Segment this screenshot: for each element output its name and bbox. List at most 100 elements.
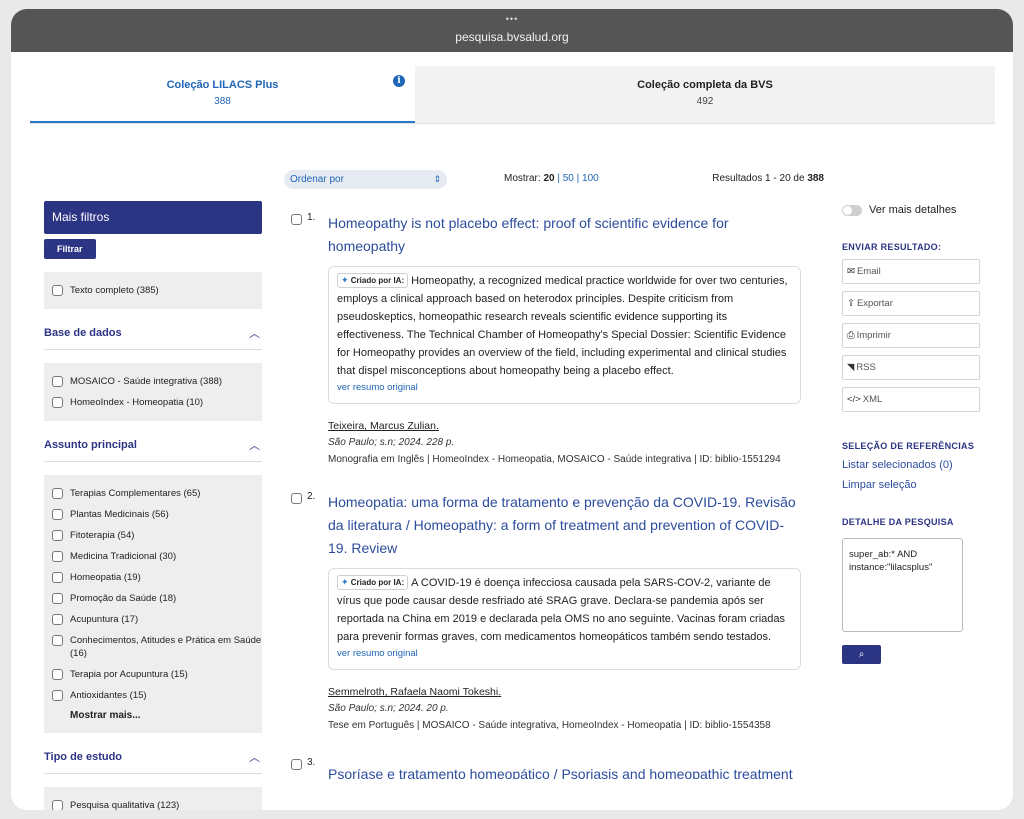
search-icon: ⌕ bbox=[858, 649, 865, 660]
email-button[interactable]: ✉ Email bbox=[842, 259, 980, 284]
button-label: Exportar bbox=[856, 298, 893, 309]
chevron-up-icon[interactable]: ︿ bbox=[249, 325, 260, 341]
filter-option[interactable]: Medicina Tradicional (30) bbox=[52, 550, 262, 563]
filter-label: Acupuntura (17) bbox=[70, 614, 139, 625]
filter-button[interactable]: Filtrar bbox=[44, 239, 96, 259]
fulltext-filter-box: Texto completo (385) bbox=[44, 272, 262, 309]
checkbox[interactable] bbox=[52, 376, 63, 387]
tab-title: Coleção LILACS Plus bbox=[166, 79, 279, 91]
author-suffix: . bbox=[498, 686, 502, 698]
filter-option[interactable]: Terapias Complementares (65) bbox=[52, 487, 262, 500]
filter-option[interactable]: HomeoIndex - Homeopatia (10) bbox=[52, 396, 262, 409]
filter-label: Promoção da Saúde (18) bbox=[70, 593, 177, 604]
button-label: Email bbox=[856, 266, 881, 277]
author-link[interactable]: Teixeira, Marcus Zulian bbox=[328, 420, 436, 432]
chevron-up-icon[interactable]: ︿ bbox=[249, 437, 260, 453]
checkbox[interactable] bbox=[52, 614, 63, 625]
tab-bvs-complete[interactable]: Coleção completa da BVS 492 bbox=[415, 66, 995, 123]
code-icon: </> bbox=[847, 394, 861, 405]
result-number: 3. bbox=[291, 757, 315, 770]
filter-option[interactable]: Texto completo (385) bbox=[52, 284, 262, 297]
address-bar[interactable]: pesquisa.bvsalud.org bbox=[11, 30, 1013, 44]
checkbox[interactable] bbox=[52, 690, 63, 701]
filter-option[interactable]: Conhecimentos, Atitudes e Prática em Saú… bbox=[52, 634, 262, 660]
view-original-abstract-link[interactable]: ver resumo original bbox=[337, 380, 792, 395]
checkbox[interactable] bbox=[52, 572, 63, 583]
browser-window: ••• pesquisa.bvsalud.org Coleção LILACS … bbox=[11, 9, 1013, 810]
filter-label: HomeoIndex - Homeopatia (10) bbox=[70, 397, 204, 408]
ai-label: Criado por IA: bbox=[350, 578, 405, 587]
query-textarea[interactable]: super_ab:* AND instance:"lilacsplus" bbox=[842, 538, 963, 632]
result-title[interactable]: Psoríase e tratamento homeopático / Psor… bbox=[328, 757, 801, 779]
button-label: RSS bbox=[856, 362, 876, 373]
filter-option[interactable]: Promoção da Saúde (18) bbox=[52, 592, 262, 605]
checkbox[interactable] bbox=[52, 488, 63, 499]
filter-label: Texto completo (385) bbox=[70, 285, 159, 296]
export-button[interactable]: ⇪ Exportar bbox=[842, 291, 980, 316]
page-size-100-link[interactable]: 100 bbox=[582, 173, 599, 184]
results-total: 388 bbox=[807, 173, 824, 184]
upload-icon: ⇪ bbox=[847, 298, 855, 309]
tab-title: Coleção completa da BVS bbox=[637, 79, 773, 91]
show-label: Mostrar: bbox=[504, 173, 541, 184]
result-title[interactable]: Homeopathy is not placebo effect: proof … bbox=[328, 212, 801, 258]
print-button[interactable]: ⎙ Imprimir bbox=[842, 323, 980, 348]
clear-selection-link[interactable]: Limpar seleção bbox=[842, 479, 982, 491]
more-details-toggle[interactable] bbox=[842, 204, 862, 216]
rss-button[interactable]: ◥ RSS bbox=[842, 355, 980, 380]
rss-icon: ◥ bbox=[847, 362, 855, 373]
filter-option[interactable]: Pesquisa qualitativa (123) bbox=[52, 799, 262, 810]
result-number: 2. bbox=[291, 491, 315, 504]
filter-option[interactable]: Acupuntura (17) bbox=[52, 613, 262, 626]
sort-select[interactable]: Ordenar por ⇕ bbox=[284, 170, 447, 189]
checkbox[interactable] bbox=[52, 397, 63, 408]
filter-option[interactable]: Antioxidantes (15) bbox=[52, 689, 262, 702]
result-index: 3. bbox=[307, 757, 316, 768]
select-checkbox[interactable] bbox=[291, 759, 302, 770]
select-checkbox[interactable] bbox=[291, 214, 302, 225]
section-header-database[interactable]: Base de dados ︿ bbox=[44, 325, 262, 350]
checkbox[interactable] bbox=[52, 635, 63, 646]
database-filter-box: MOSAICO - Saúde integrativa (388) HomeoI… bbox=[44, 363, 262, 421]
tab-lilacs-plus[interactable]: Coleção LILACS Plus 388 i bbox=[30, 66, 415, 123]
section-title: Base de dados bbox=[44, 327, 122, 339]
result-title[interactable]: Homeopatia: uma forma de tratamento e pr… bbox=[328, 491, 801, 560]
result-author: Teixeira, Marcus Zulian. bbox=[328, 418, 801, 434]
checkbox[interactable] bbox=[52, 551, 63, 562]
button-label: XML bbox=[862, 394, 883, 405]
section-header-study-type[interactable]: Tipo de estudo ︿ bbox=[44, 749, 262, 774]
view-original-abstract-link[interactable]: ver resumo original bbox=[337, 646, 792, 661]
more-filters-header[interactable]: Mais filtros bbox=[44, 201, 262, 234]
filter-label: Plantas Medicinais (56) bbox=[70, 509, 169, 520]
show-more-link[interactable]: Mostrar mais... bbox=[52, 710, 262, 721]
checkbox[interactable] bbox=[52, 669, 63, 680]
xml-button[interactable]: </> XML bbox=[842, 387, 980, 412]
filter-option[interactable]: Homeopatia (19) bbox=[52, 571, 262, 584]
info-icon[interactable]: i bbox=[393, 75, 405, 87]
more-dots-icon[interactable]: ••• bbox=[11, 15, 1013, 24]
section-header-subject[interactable]: Assunto principal ︿ bbox=[44, 437, 262, 462]
select-checkbox[interactable] bbox=[291, 493, 302, 504]
filter-option[interactable]: Plantas Medicinais (56) bbox=[52, 508, 262, 521]
page-size-50-link[interactable]: 50 bbox=[563, 173, 574, 184]
study-type-filter-box: Pesquisa qualitativa (123) bbox=[44, 787, 262, 810]
collection-tabs: Coleção LILACS Plus 388 i Coleção comple… bbox=[30, 66, 995, 123]
send-results-heading: ENVIAR RESULTADO: bbox=[842, 242, 942, 252]
filter-option[interactable]: Terapia por Acupuntura (15) bbox=[52, 668, 262, 681]
more-details-toggle-row[interactable]: Ver mais detalhes bbox=[842, 204, 982, 216]
filter-option[interactable]: Fitoterapia (54) bbox=[52, 529, 262, 542]
results-list: 1. Homeopathy is not placebo effect: pro… bbox=[291, 212, 801, 779]
chevron-up-icon[interactable]: ︿ bbox=[249, 749, 260, 765]
checkbox[interactable] bbox=[52, 530, 63, 541]
list-selected-link[interactable]: Listar selecionados (0) bbox=[842, 459, 982, 471]
author-link[interactable]: Semmelroth, Rafaela Naomi Tokeshi bbox=[328, 686, 498, 698]
sparkle-icon: ✦ bbox=[341, 577, 349, 587]
section-title: Assunto principal bbox=[44, 439, 137, 451]
checkbox[interactable] bbox=[52, 285, 63, 296]
checkbox[interactable] bbox=[52, 509, 63, 520]
filter-option[interactable]: MOSAICO - Saúde integrativa (388) bbox=[52, 375, 262, 388]
filter-label: Terapia por Acupuntura (15) bbox=[70, 669, 188, 680]
search-button[interactable]: ⌕ bbox=[842, 645, 881, 664]
checkbox[interactable] bbox=[52, 800, 63, 810]
checkbox[interactable] bbox=[52, 593, 63, 604]
